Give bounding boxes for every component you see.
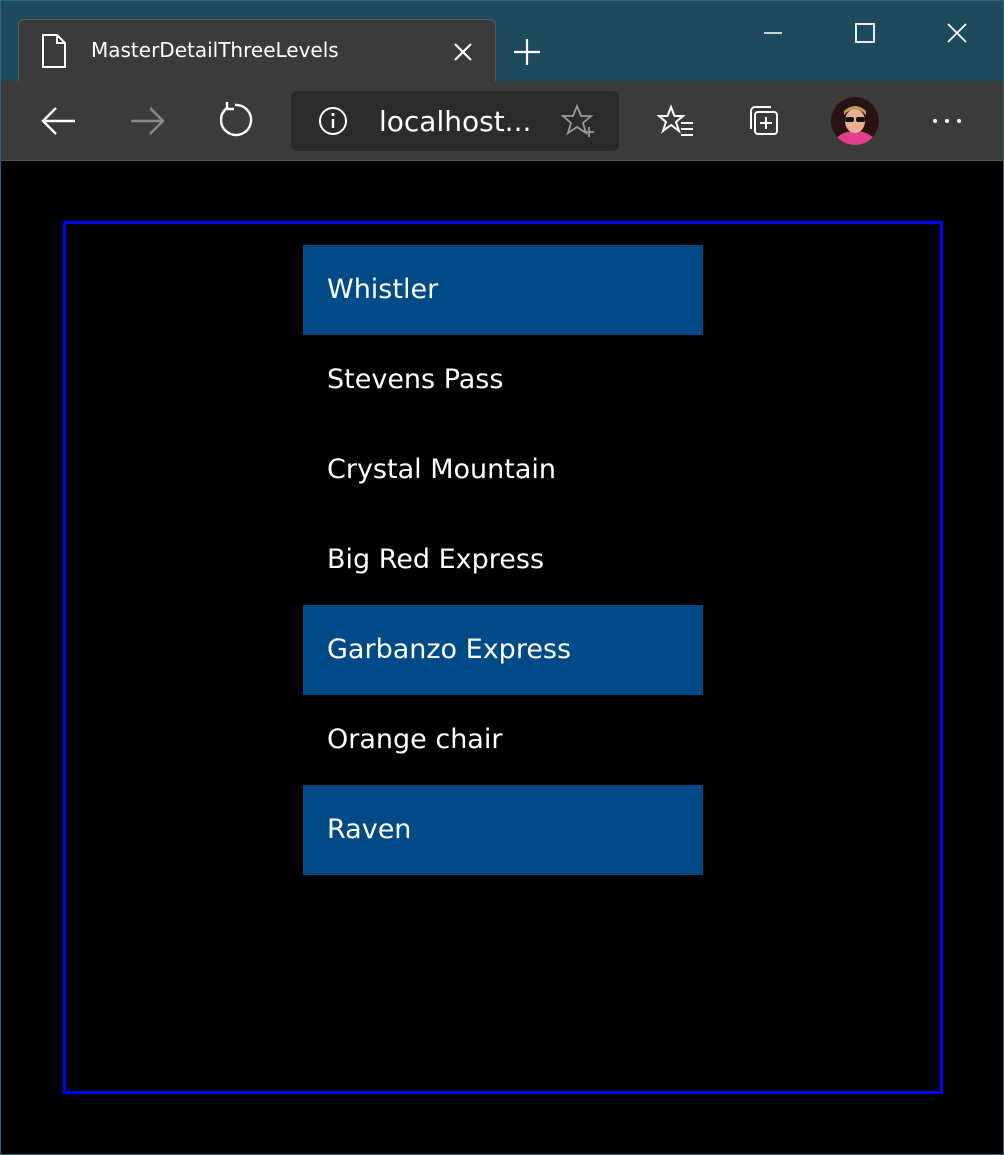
minimize-icon[interactable]	[755, 15, 791, 51]
list-item[interactable]: Raven	[303, 785, 703, 875]
close-window-icon[interactable]	[939, 15, 975, 51]
avatar[interactable]	[831, 97, 879, 145]
favorites-icon[interactable]	[655, 99, 699, 143]
tab-strip: MasterDetailThreeLevels	[1, 1, 1003, 82]
refresh-icon[interactable]	[213, 99, 257, 143]
list-item[interactable]: Stevens Pass	[303, 335, 703, 425]
list-item[interactable]: Orange chair	[303, 695, 703, 785]
forward-arrow-icon[interactable]	[125, 99, 169, 143]
star-plus-icon[interactable]	[561, 103, 597, 139]
list-item[interactable]: Garbanzo Express	[303, 605, 703, 695]
ellipsis-icon[interactable]	[925, 99, 969, 143]
address-bar[interactable]: localhost...	[291, 91, 619, 151]
list-item[interactable]: Whistler	[303, 245, 703, 335]
url-text[interactable]: localhost...	[379, 105, 531, 138]
info-icon[interactable]	[317, 105, 349, 137]
tab-title: MasterDetailThreeLevels	[91, 38, 339, 62]
master-list: Whistler Stevens Pass Crystal Mountain B…	[303, 245, 703, 875]
page-icon	[41, 34, 67, 68]
maximize-icon[interactable]	[847, 15, 883, 51]
collections-icon[interactable]	[743, 99, 787, 143]
page-content: Whistler Stevens Pass Crystal Mountain B…	[1, 161, 1003, 1154]
list-item[interactable]: Big Red Express	[303, 515, 703, 605]
list-item[interactable]: Crystal Mountain	[303, 425, 703, 515]
browser-toolbar: localhost...	[1, 81, 1003, 161]
browser-window: MasterDetailThreeLevels localhost... Whi…	[0, 0, 1004, 1155]
back-arrow-icon[interactable]	[37, 99, 81, 143]
new-tab-plus-icon[interactable]	[511, 36, 543, 68]
browser-tab[interactable]: MasterDetailThreeLevels	[18, 19, 496, 82]
close-tab-icon[interactable]	[451, 40, 475, 64]
